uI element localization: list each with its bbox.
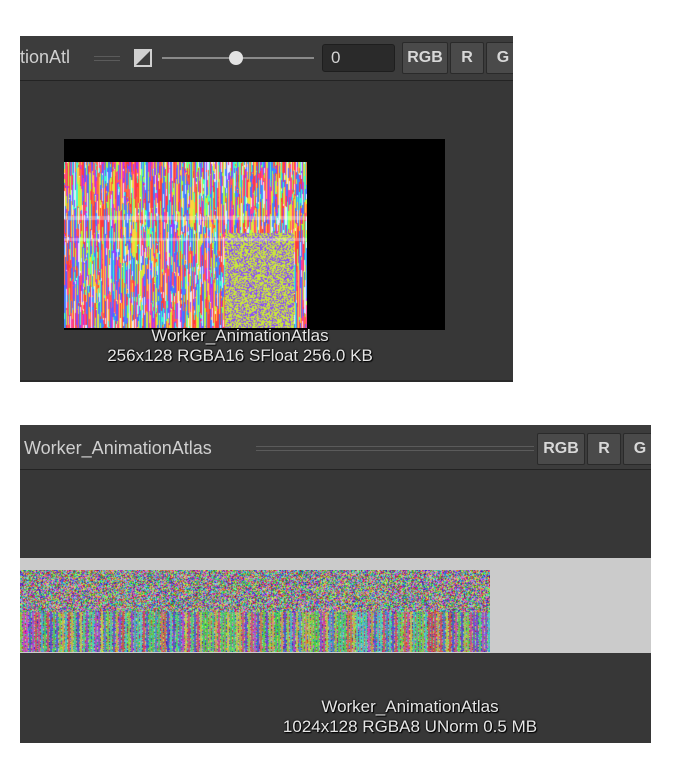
title-divider [94, 56, 120, 61]
texture-info-label: 1024x128 RGBA8 UNorm 0.5 MB [282, 717, 538, 736]
texture-info-label: 256x128 RGBA16 SFloat 256.0 KB [107, 346, 373, 365]
channel-rgb-button[interactable]: RGB [402, 42, 448, 74]
panel-bottom-border [20, 380, 513, 382]
channel-r-button[interactable]: R [450, 42, 484, 74]
texture-image [20, 570, 490, 652]
preview-toolbar: Worker_AnimationAtlas RGB R G [20, 425, 651, 470]
title-divider [256, 446, 534, 451]
texture-preview-panel-1: tionAtl 0 RGB R G Worker_AnimationAtlas … [20, 36, 513, 382]
channel-rgb-button[interactable]: RGB [537, 433, 585, 465]
channel-g-button[interactable]: G [623, 433, 651, 465]
texture-preview-panel-2: Worker_AnimationAtlas RGB R G Worker_Ani… [20, 425, 651, 743]
exposure-slider-thumb[interactable] [229, 51, 243, 65]
exposure-input[interactable]: 0 [322, 44, 395, 72]
texture-title: tionAtl [20, 47, 71, 67]
texture-image [64, 162, 307, 328]
preview-toolbar: tionAtl 0 RGB R G [20, 36, 513, 81]
channel-g-button[interactable]: G [486, 42, 513, 74]
channel-r-button[interactable]: R [587, 433, 621, 465]
exposure-icon[interactable] [134, 49, 152, 67]
texture-title: Worker_AnimationAtlas [24, 438, 212, 458]
texture-name-label: Worker_AnimationAtlas [321, 697, 499, 716]
texture-name-label: Worker_AnimationAtlas [151, 326, 329, 345]
